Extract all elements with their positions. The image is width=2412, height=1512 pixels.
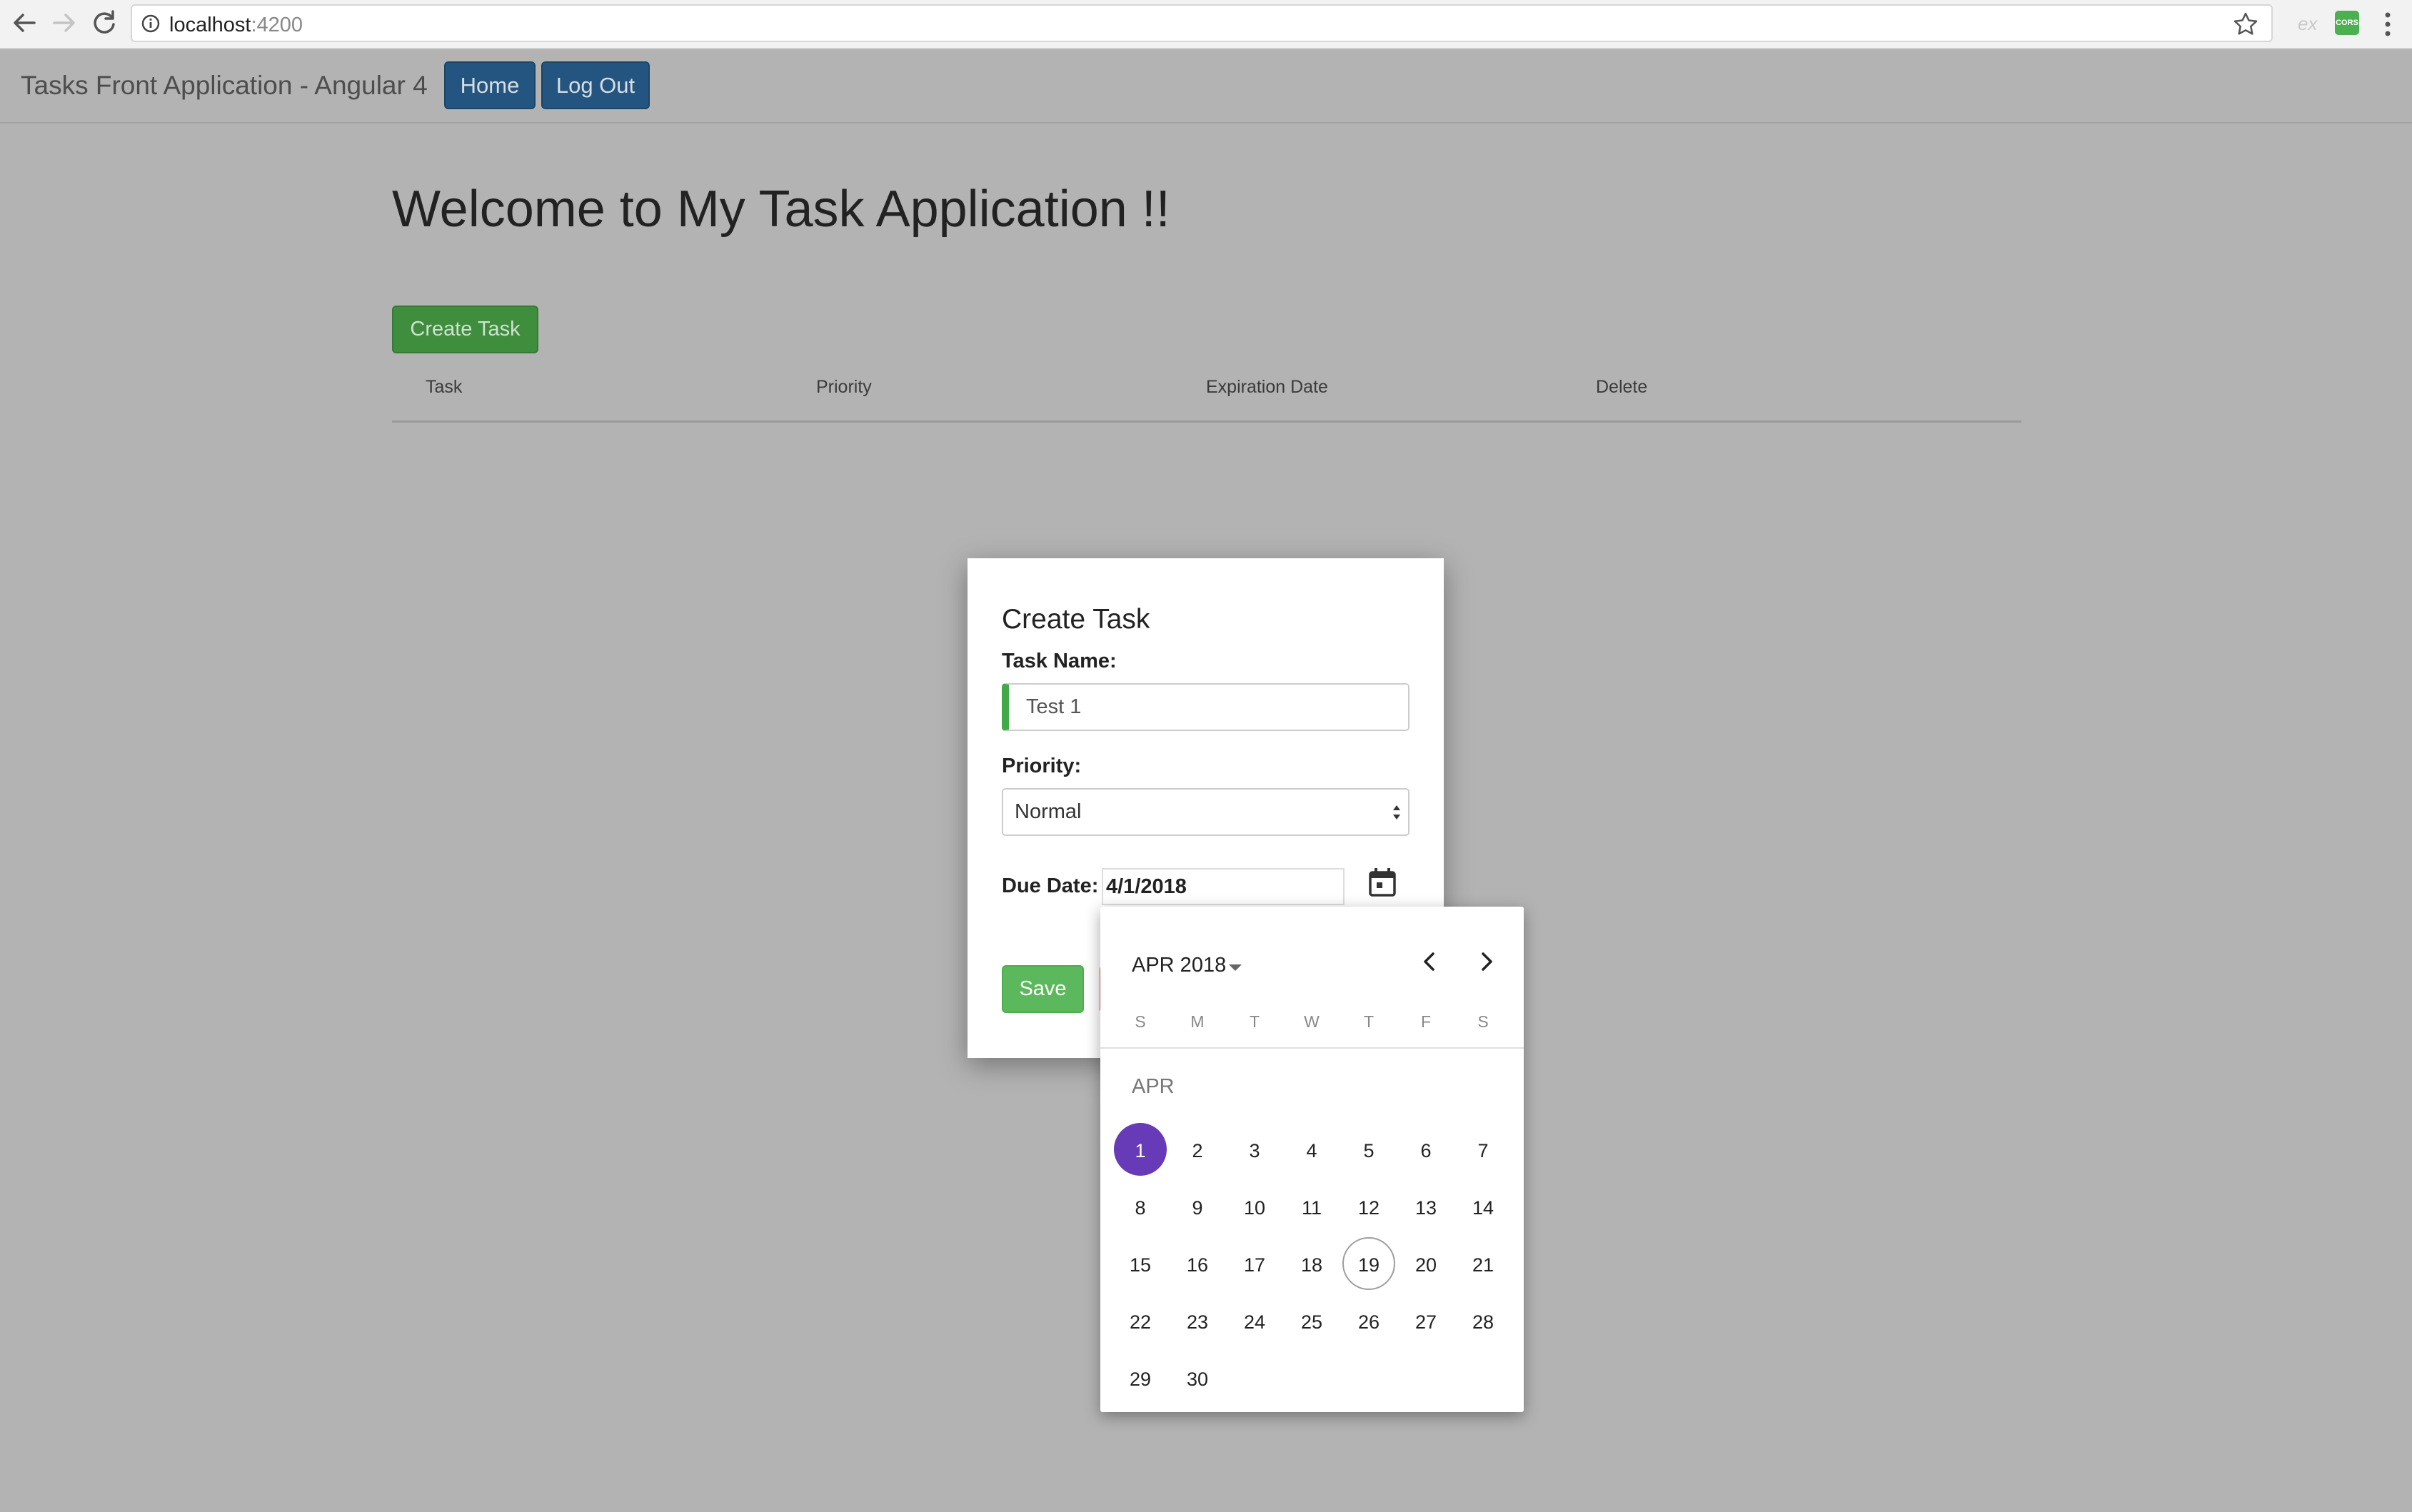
priority-select[interactable]: Normal	[1002, 788, 1409, 836]
weekday: M	[1190, 1012, 1205, 1031]
chevron-right-icon[interactable]	[1469, 944, 1504, 979]
save-button[interactable]: Save	[1002, 965, 1084, 1013]
info-icon[interactable]	[141, 14, 161, 34]
browser-toolbar: localhost:4200 ex CORS	[0, 0, 2412, 49]
weekday: S	[1135, 1012, 1146, 1031]
page-title: Welcome to My Task Application !!	[392, 181, 1170, 238]
tasks-table-header: Task Priority Expiration Date Delete	[392, 371, 2021, 423]
home-button[interactable]: Home	[444, 61, 536, 109]
calendar-day[interactable]: 12	[1342, 1180, 1395, 1233]
calendar-day[interactable]: 8	[1114, 1180, 1167, 1233]
calendar-day[interactable]: 10	[1228, 1180, 1281, 1233]
calendar-day[interactable]: 3	[1228, 1123, 1281, 1176]
datepicker-popup: APR 2018 S M T W T F S APR 1 2 3 4 5 6 7 8 9 10 11…	[1100, 907, 1524, 1412]
weekday: T	[1363, 1012, 1375, 1031]
due-date-label: Due Date:	[1002, 875, 1099, 897]
calendar-day[interactable]: 13	[1400, 1180, 1452, 1233]
calendar-day[interactable]: 20	[1400, 1237, 1452, 1290]
extension-ex-icon[interactable]: ex	[2298, 11, 2323, 36]
calendar-day[interactable]: 24	[1228, 1294, 1281, 1347]
weekday-divider	[1100, 1047, 1524, 1049]
calendar-day[interactable]: 26	[1342, 1294, 1395, 1347]
calendar-day[interactable]: 17	[1228, 1237, 1281, 1290]
back-arrow-icon[interactable]	[7, 6, 41, 40]
chevron-left-icon[interactable]	[1412, 944, 1447, 979]
app-navbar: Tasks Front Application - Angular 4 Home…	[0, 51, 2412, 124]
extension-cors-icon[interactable]: CORS	[2335, 11, 2359, 35]
calendar-day[interactable]: 7	[1457, 1123, 1509, 1176]
calendar-day[interactable]: 28	[1457, 1294, 1509, 1347]
priority-select-value: Normal	[1015, 800, 1082, 823]
kebab-menu-icon[interactable]	[2375, 9, 2401, 40]
calendar-day[interactable]: 4	[1285, 1123, 1338, 1176]
weekday: W	[1304, 1012, 1320, 1031]
calendar-day-selected[interactable]: 1	[1114, 1123, 1167, 1176]
column-header-task: Task	[426, 377, 463, 397]
calendar-day[interactable]: 11	[1285, 1180, 1338, 1233]
weekday: T	[1249, 1012, 1260, 1031]
select-arrows-icon	[1393, 805, 1400, 820]
calendar-day[interactable]: 22	[1114, 1294, 1167, 1347]
calendar-day[interactable]: 14	[1457, 1180, 1509, 1233]
weekday: S	[1477, 1012, 1489, 1031]
forward-arrow-icon[interactable]	[47, 6, 81, 40]
period-toggle[interactable]: APR 2018	[1132, 954, 1226, 977]
calendar-day[interactable]: 30	[1171, 1351, 1224, 1404]
due-date-input[interactable]: 4/1/2018	[1102, 868, 1345, 905]
modal-title: Create Task	[1002, 604, 1150, 635]
calendar-day[interactable]: 18	[1285, 1237, 1338, 1290]
weekday: F	[1420, 1012, 1432, 1031]
column-header-delete: Delete	[1596, 377, 1648, 397]
task-name-label: Task Name:	[1002, 650, 1117, 672]
calendar-day[interactable]: 29	[1114, 1351, 1167, 1404]
url-text[interactable]: localhost:4200	[169, 14, 303, 37]
calendar-day[interactable]: 15	[1114, 1237, 1167, 1290]
calendar-day[interactable]: 5	[1342, 1123, 1395, 1176]
url-host: localhost	[169, 14, 251, 36]
month-label: APR	[1132, 1075, 1175, 1098]
calendar-day[interactable]: 25	[1285, 1294, 1338, 1347]
reload-icon[interactable]	[87, 6, 121, 40]
logout-button[interactable]: Log Out	[541, 61, 650, 109]
calendar-day[interactable]: 16	[1171, 1237, 1224, 1290]
caret-down-icon[interactable]	[1227, 962, 1243, 972]
calendar-day[interactable]: 9	[1171, 1180, 1224, 1233]
create-task-button[interactable]: Create Task	[392, 306, 538, 353]
bookmark-star-icon[interactable]	[2231, 10, 2260, 39]
calendar-day[interactable]: 21	[1457, 1237, 1509, 1290]
task-name-input[interactable]: Test 1	[1002, 683, 1409, 731]
url-port: :4200	[251, 14, 303, 36]
calendar-icon[interactable]	[1365, 865, 1400, 901]
column-header-priority: Priority	[816, 377, 872, 397]
calendar-day[interactable]: 2	[1171, 1123, 1224, 1176]
calendar-day[interactable]: 6	[1400, 1123, 1452, 1176]
column-header-expiration-date: Expiration Date	[1206, 377, 1328, 397]
calendar-day[interactable]: 27	[1400, 1294, 1452, 1347]
weekday-header: S M T W T F S	[1112, 1012, 1512, 1041]
calendar-day[interactable]: 23	[1171, 1294, 1224, 1347]
days-grid: 1 2 3 4 5 6 7 8 9 10 11 12 13 14 15 16 17 18 19 20 21 22 23 24 2…	[1112, 1121, 1512, 1406]
app-brand[interactable]: Tasks Front Application - Angular 4	[21, 71, 428, 101]
address-bar[interactable]: localhost:4200	[131, 4, 2273, 42]
priority-label: Priority:	[1002, 755, 1082, 777]
calendar-day-today[interactable]: 19	[1342, 1237, 1395, 1290]
